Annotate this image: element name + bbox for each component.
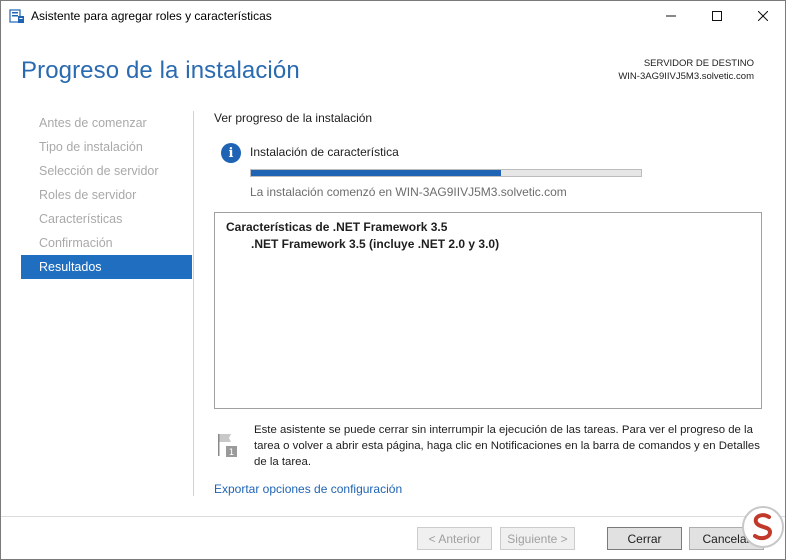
nav-item-seleccion-de-servidor[interactable]: Selección de servidor bbox=[21, 159, 192, 183]
close-icon bbox=[758, 11, 768, 21]
close-button[interactable]: Cerrar bbox=[607, 527, 682, 550]
notice-text: Este asistente se puede cerrar sin inter… bbox=[254, 424, 760, 468]
solvetic-logo bbox=[742, 506, 784, 548]
svg-text:1: 1 bbox=[229, 448, 235, 458]
nav-item-antes-de-comenzar[interactable]: Antes de comenzar bbox=[21, 111, 192, 135]
wizard-steps-nav: Antes de comenzar Tipo de instalación Se… bbox=[21, 111, 192, 279]
maximize-button[interactable] bbox=[694, 1, 740, 31]
progress-fill bbox=[251, 170, 501, 176]
feature-item: .NET Framework 3.5 (incluye .NET 2.0 y 3… bbox=[251, 237, 500, 251]
install-note: La instalación comenzó en WIN-3AG9IIVJ5M… bbox=[250, 185, 567, 199]
server-manager-icon bbox=[9, 9, 24, 23]
nav-item-resultados[interactable]: Resultados bbox=[21, 255, 192, 279]
close-window-button[interactable] bbox=[740, 1, 786, 31]
section-heading: Ver progreso de la instalación bbox=[214, 111, 373, 125]
title-bar[interactable]: Asistente para agregar roles y caracterí… bbox=[1, 1, 785, 31]
nav-item-tipo-de-instalacion[interactable]: Tipo de instalación bbox=[21, 135, 192, 159]
footer-separator bbox=[1, 516, 785, 517]
nav-item-roles-de-servidor[interactable]: Roles de servidor bbox=[21, 183, 192, 207]
nav-item-confirmacion[interactable]: Confirmación bbox=[21, 231, 192, 255]
notification-flag-icon: 1 bbox=[218, 434, 237, 458]
page-title: Progreso de la instalación bbox=[21, 57, 300, 84]
nav-item-caracteristicas[interactable]: Características bbox=[21, 207, 192, 231]
nav-divider bbox=[193, 111, 194, 496]
window-title: Asistente para agregar roles y caracterí… bbox=[31, 9, 272, 23]
minimize-button[interactable] bbox=[648, 1, 694, 31]
wizard-window: Asistente para agregar roles y caracterí… bbox=[0, 0, 786, 560]
previous-button[interactable]: < Anterior bbox=[417, 527, 492, 550]
status-text: Instalación de característica bbox=[250, 145, 399, 159]
info-icon: i bbox=[221, 143, 241, 163]
next-button[interactable]: Siguiente > bbox=[500, 527, 575, 550]
maximize-icon bbox=[712, 11, 722, 21]
installation-progress-bar bbox=[250, 169, 642, 177]
feature-group-title: Características de .NET Framework 3.5 bbox=[226, 220, 448, 234]
destination-server-label: SERVIDOR DE DESTINO bbox=[643, 58, 754, 69]
destination-server-name: WIN-3AG9IIVJ5M3.solvetic.com bbox=[618, 71, 754, 82]
minimize-icon bbox=[666, 15, 676, 17]
export-configuration-link[interactable]: Exportar opciones de configuración bbox=[214, 482, 402, 496]
results-list[interactable]: Características de .NET Framework 3.5 .N… bbox=[214, 212, 762, 409]
